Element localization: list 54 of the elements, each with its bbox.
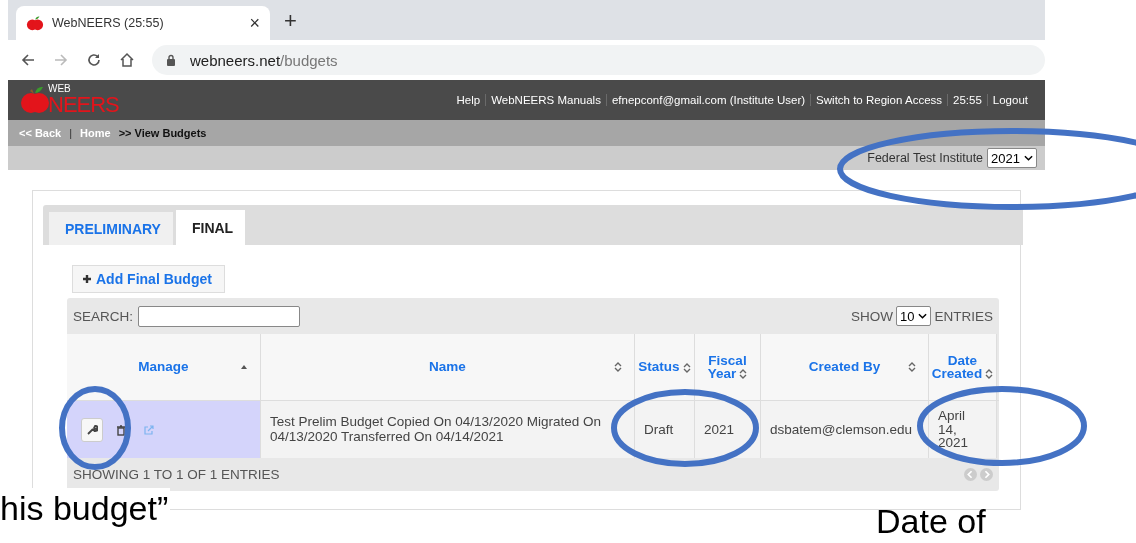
plus-icon <box>82 274 92 284</box>
tab-title: WebNEERS (25:55) <box>52 16 165 30</box>
search-label: SEARCH: <box>73 308 133 324</box>
header-link[interactable]: Help <box>451 94 486 106</box>
year-select[interactable]: 2021 <box>987 148 1037 168</box>
header-link[interactable]: Switch to Region Access <box>810 94 948 106</box>
header-link[interactable]: efnepconf@gmail.com (Institute User) <box>605 94 811 106</box>
sort-icon[interactable] <box>739 368 748 381</box>
external-link-icon <box>143 423 155 436</box>
close-tab-button[interactable]: × <box>249 12 260 34</box>
page-tab[interactable]: PRELIMINARY <box>49 212 173 245</box>
reload-icon[interactable] <box>86 52 102 68</box>
browser-tab[interactable]: WebNEERS (25:55) × <box>16 6 270 40</box>
column-header[interactable]: Created By <box>761 334 929 400</box>
show-label: SHOW <box>851 308 893 324</box>
wrench-button[interactable] <box>81 417 103 442</box>
header-link[interactable]: 25:55 <box>947 94 987 106</box>
institute-name: Federal Test Institute <box>867 151 984 165</box>
column-header[interactable]: Manage <box>67 334 261 400</box>
address-field[interactable]: webneers.net/budgets <box>152 45 1045 75</box>
new-tab-button[interactable]: + <box>284 8 297 34</box>
lock-icon <box>166 54 176 66</box>
sort-icon[interactable] <box>682 361 691 374</box>
header-link[interactable]: Logout <box>986 94 1033 106</box>
trash-icon <box>115 423 127 436</box>
breadcrumb-current: >> View Budgets <box>118 127 207 139</box>
search-field[interactable] <box>138 305 300 327</box>
table-cell: Test Prelim Budget Copied On 04/13/2020 Migrated On 04/13/2020 Transferred On 04/14/2021 <box>261 401 635 458</box>
caret-icon <box>918 313 928 319</box>
sort-icon[interactable] <box>908 361 916 373</box>
caret-icon <box>1024 155 1033 161</box>
breadcrumb-separator: | <box>69 127 73 139</box>
home-icon[interactable] <box>119 52 135 68</box>
slide-caption: his budget” <box>0 488 171 529</box>
header-link[interactable]: WebNEERS Manuals <box>485 94 606 106</box>
apple-icon <box>26 14 44 32</box>
entries-label: ENTRIES <box>934 308 993 324</box>
table-cell: dsbatem@clemson.edu <box>761 401 929 458</box>
page-tab[interactable]: FINAL <box>175 210 246 245</box>
table-cell: April 14, 2021 <box>929 401 997 458</box>
column-header[interactable]: Date Created <box>929 334 997 400</box>
sort-icon[interactable] <box>614 361 622 373</box>
column-header[interactable]: Fiscal Year <box>695 334 761 400</box>
add-final-budget-button[interactable]: Add Final Budget <box>72 265 225 293</box>
wrench-icon <box>86 423 98 436</box>
column-header[interactable]: Name <box>261 334 635 400</box>
sort-icon[interactable] <box>985 368 994 381</box>
column-header[interactable]: Status <box>635 334 695 400</box>
entries-info: SHOWING 1 TO 1 OF 1 ENTRIES <box>73 467 280 482</box>
table-cell: Draft <box>635 401 695 458</box>
slide-caption: Date of <box>876 503 986 541</box>
webneers-logo[interactable]: WEB NEERS <box>20 84 119 116</box>
page-size-select[interactable]: 10 <box>896 306 932 326</box>
back-arrow-icon[interactable] <box>20 52 36 68</box>
